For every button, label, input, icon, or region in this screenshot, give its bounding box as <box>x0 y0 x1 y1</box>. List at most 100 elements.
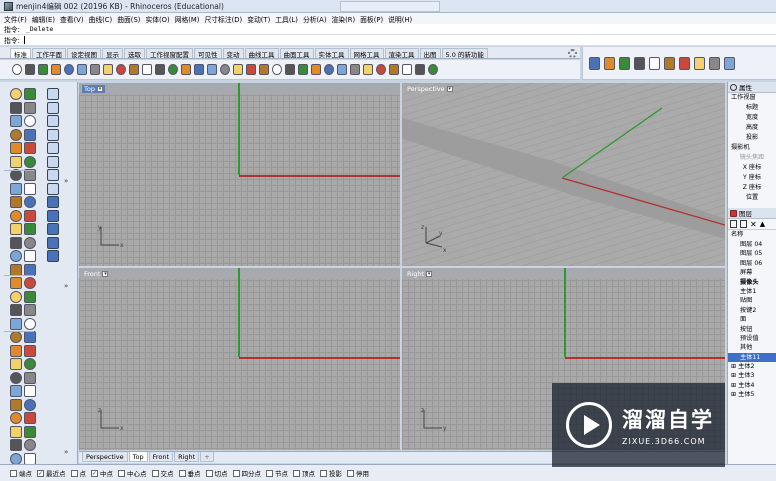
tool-button-icon[interactable] <box>24 155 36 168</box>
tool-button-icon[interactable] <box>47 250 59 262</box>
toolbar-tab[interactable]: 设定视图 <box>67 48 101 59</box>
toolbar-button-icon[interactable] <box>428 64 438 75</box>
osnap-option[interactable]: ✓ 最近点 <box>37 468 66 478</box>
expand-icon[interactable]: » <box>64 177 68 185</box>
toolbar-button-icon[interactable] <box>604 56 615 70</box>
toolbar-tab[interactable]: 网格工具 <box>349 48 384 59</box>
tool-button-icon[interactable] <box>47 196 59 208</box>
toolbar-button-icon[interactable] <box>116 64 126 75</box>
toolbar-button-icon[interactable] <box>207 64 217 75</box>
layers-panel-header[interactable]: 图层 <box>728 208 776 219</box>
osnap-checkbox[interactable] <box>232 469 240 477</box>
toolbar-tab[interactable]: 显示 <box>102 48 123 59</box>
layer-row[interactable]: 贴图 <box>728 296 776 305</box>
menu-item[interactable]: 渲染(R) <box>331 14 355 24</box>
tool-button-icon[interactable] <box>24 439 36 451</box>
tool-button-icon[interactable] <box>24 290 36 303</box>
toolbar-button-icon[interactable] <box>363 64 373 75</box>
viewport-top[interactable]: Top ▾ y x <box>79 83 400 266</box>
tool-button-icon[interactable] <box>24 196 36 208</box>
tool-button-icon[interactable] <box>10 439 22 451</box>
toolbar-button-icon[interactable] <box>724 56 735 70</box>
tool-button-icon[interactable] <box>24 142 36 154</box>
tool-button-icon[interactable] <box>24 398 36 411</box>
toolbar-button-icon[interactable] <box>415 64 425 75</box>
tool-button-icon[interactable] <box>24 304 36 316</box>
toolbar-tab[interactable]: 出图 <box>419 48 441 59</box>
tool-button-icon[interactable] <box>24 250 36 262</box>
toolbar-button-icon[interactable] <box>12 64 22 75</box>
toolbar-tab[interactable]: 渲染工具 <box>384 48 419 59</box>
layer-row[interactable]: 摄像头 <box>728 278 776 287</box>
tool-button-icon[interactable] <box>24 263 36 276</box>
viewport-right-label[interactable]: Right ▾ <box>405 270 434 278</box>
layer-row[interactable]: ⊞ 主体3 <box>728 371 776 380</box>
toolbar-tab[interactable]: 选取 <box>124 48 145 59</box>
toolbar-tab[interactable]: 曲线工具 <box>244 48 279 59</box>
tool-button-icon[interactable] <box>10 371 22 384</box>
osnap-checkbox[interactable] <box>151 469 159 477</box>
toolbar-button-icon[interactable] <box>350 64 360 75</box>
toolbar-button-icon[interactable] <box>194 64 204 75</box>
osnap-checkbox[interactable] <box>178 469 186 477</box>
toolbar-button-icon[interactable] <box>246 64 256 75</box>
tool-button-icon[interactable] <box>10 452 22 465</box>
viewport-tab[interactable]: Front <box>148 452 174 462</box>
tool-button-icon[interactable] <box>10 331 22 343</box>
toolbar-tab[interactable]: 实体工具 <box>314 48 349 59</box>
toolbar-button-icon[interactable] <box>285 64 295 75</box>
viewport-perspective[interactable]: Perspective ▾ z y x <box>402 83 725 266</box>
menu-item[interactable]: 实体(O) <box>145 14 169 24</box>
toolbar-button-icon[interactable] <box>634 56 645 70</box>
toolbar-button-icon[interactable] <box>220 64 230 75</box>
chevron-down-icon[interactable]: ▾ <box>426 270 433 277</box>
layer-row[interactable]: 按钮 <box>728 325 776 334</box>
tool-button-icon[interactable] <box>10 412 22 424</box>
toolbar-button-icon[interactable] <box>51 64 61 75</box>
toolbar-button-icon[interactable] <box>25 64 35 75</box>
osnap-option[interactable]: 中心点 <box>118 468 147 478</box>
toolbar-tab[interactable]: 变动 <box>222 48 244 59</box>
toolbar-button-icon[interactable] <box>619 56 630 70</box>
tool-button-icon[interactable] <box>10 263 22 276</box>
tool-button-icon[interactable] <box>10 385 22 397</box>
toolbar-button-icon[interactable] <box>664 56 675 70</box>
layer-row[interactable]: 按键2 <box>728 306 776 315</box>
tool-button-icon[interactable] <box>24 182 36 195</box>
viewport-tab[interactable]: Right <box>174 452 200 462</box>
viewport-front-label[interactable]: Front ▾ <box>82 270 110 278</box>
toolbar-button-icon[interactable] <box>649 56 660 70</box>
menu-item[interactable]: 曲面(S) <box>117 14 140 24</box>
tool-button-icon[interactable] <box>10 290 22 303</box>
osnap-option[interactable]: 垂点 <box>178 468 201 478</box>
layer-row[interactable]: 面 <box>728 315 776 324</box>
tool-button-icon[interactable] <box>10 182 22 195</box>
menu-item[interactable]: 分析(A) <box>303 14 327 24</box>
add-viewport-tab[interactable]: + <box>200 452 214 462</box>
layer-row[interactable]: 图层 05 <box>728 249 776 258</box>
tool-button-icon[interactable] <box>47 155 59 168</box>
tool-button-icon[interactable] <box>24 277 36 289</box>
menu-item[interactable]: 曲线(C) <box>89 14 113 24</box>
tool-button-icon[interactable] <box>24 101 36 114</box>
layer-row[interactable]: 图层 04 <box>728 240 776 249</box>
chevron-down-icon[interactable]: ▾ <box>102 270 109 277</box>
tool-button-icon[interactable] <box>10 101 22 114</box>
copy-layer-icon[interactable] <box>740 220 747 228</box>
tool-button-icon[interactable] <box>47 142 59 154</box>
toolbar-button-icon[interactable] <box>709 56 720 70</box>
command-input-line[interactable]: 指令: <box>0 35 776 46</box>
toolbar-tab[interactable]: 工作平面 <box>32 48 66 59</box>
toolbar-button-icon[interactable] <box>90 64 100 75</box>
toolbar-button-icon[interactable] <box>272 64 282 75</box>
tool-button-icon[interactable] <box>47 115 59 127</box>
layer-row[interactable]: 图层 06 <box>728 259 776 268</box>
tool-button-icon[interactable] <box>24 385 36 397</box>
osnap-option[interactable]: 节点 <box>266 468 288 478</box>
toolbar-button-icon[interactable] <box>402 64 412 75</box>
menu-item[interactable]: 尺寸标注(D) <box>204 14 242 24</box>
tool-button-icon[interactable] <box>24 331 36 343</box>
toolbar-tab[interactable]: 5.0 的新功能 <box>441 48 488 59</box>
osnap-option[interactable]: 四分点 <box>232 468 261 478</box>
tool-button-icon[interactable] <box>24 128 36 141</box>
